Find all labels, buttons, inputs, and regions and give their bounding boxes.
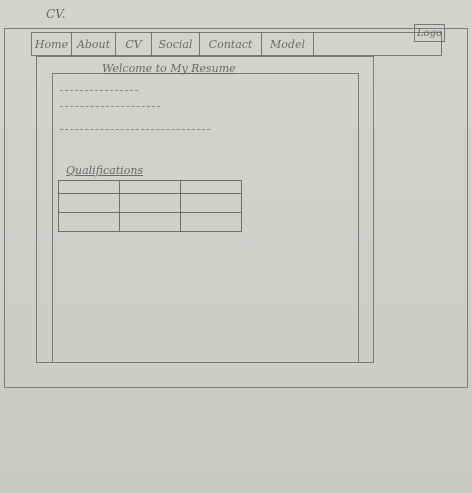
qualifications-heading: Qualifications [66,164,144,177]
table-row [58,180,242,194]
table-cell [58,193,120,213]
nav-item-cv[interactable]: CV [116,33,152,55]
nav-item-contact[interactable]: Contact [200,33,262,55]
nav-item-home[interactable]: Home [32,33,72,55]
nav-item-model[interactable]: Model [262,33,314,55]
table-cell [119,193,181,213]
table-row [58,193,242,213]
table-cell [119,180,181,194]
table-row [58,212,242,232]
table-cell [180,212,242,232]
table-cell [180,193,242,213]
table-cell [180,180,242,194]
placeholder-text-line [60,106,160,107]
logo: Logo [414,24,445,42]
page-title: CV. [46,7,66,21]
qualifications-table [58,180,242,232]
placeholder-text-line [60,129,210,130]
nav-item-about[interactable]: About [72,33,116,55]
table-cell [58,212,120,232]
welcome-heading: Welcome to My Resume [102,62,236,75]
placeholder-text-line [60,90,138,91]
nav-item-social[interactable]: Social [152,33,200,55]
table-cell [119,212,181,232]
table-cell [58,180,120,194]
nav-bar: Home About CV Social Contact Model [31,32,442,56]
